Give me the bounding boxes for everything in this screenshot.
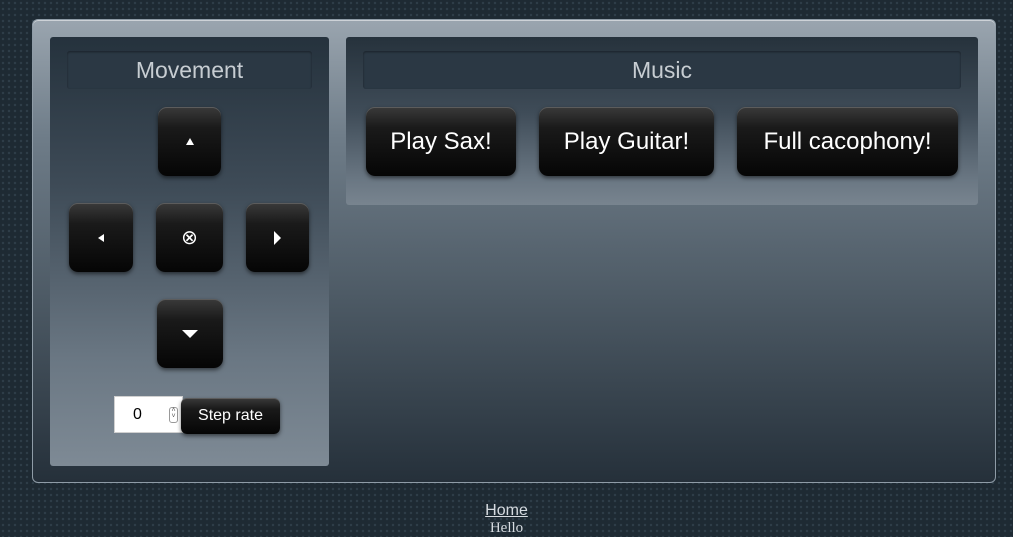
play-sax-button[interactable]: Play Sax! [366, 107, 516, 176]
play-guitar-button[interactable]: Play Guitar! [539, 107, 714, 176]
step-rate-input[interactable]: 0 ˄ ˅ [114, 396, 183, 433]
move-right-button[interactable] [246, 203, 309, 272]
footer-text: Hello [489, 520, 524, 536]
movement-panel: Movement ⊗ 0 ˄ ˅ Step rate [50, 37, 329, 466]
stop-button[interactable]: ⊗ [156, 203, 223, 272]
spinner-icon[interactable]: ˄ ˅ [169, 407, 178, 423]
triangle-left-icon [98, 233, 104, 242]
music-title: Music [363, 51, 961, 89]
triangle-up-icon [185, 138, 194, 145]
step-rate-value: 0 [133, 406, 142, 423]
circled-x-icon: ⊗ [181, 226, 198, 249]
move-left-button[interactable] [69, 203, 133, 272]
step-rate-label: Step rate [198, 407, 263, 424]
full-cacophony-label: Full cacophony! [763, 127, 932, 155]
move-up-button[interactable] [158, 107, 221, 176]
step-rate-button[interactable]: Step rate [181, 398, 280, 434]
full-cacophony-button[interactable]: Full cacophony! [737, 107, 958, 176]
home-link[interactable]: Home [0, 502, 1013, 520]
movement-title: Movement [67, 51, 312, 89]
music-panel: Music Play Sax! Play Guitar! Full cacoph… [346, 37, 978, 205]
play-guitar-label: Play Guitar! [563, 127, 690, 155]
play-sax-label: Play Sax! [390, 127, 492, 155]
triangle-right-icon [274, 230, 281, 245]
move-down-button[interactable] [157, 299, 223, 368]
triangle-down-icon [182, 329, 198, 338]
main-frame: Movement ⊗ 0 ˄ ˅ Step rate Music Play Sax… [32, 19, 996, 483]
